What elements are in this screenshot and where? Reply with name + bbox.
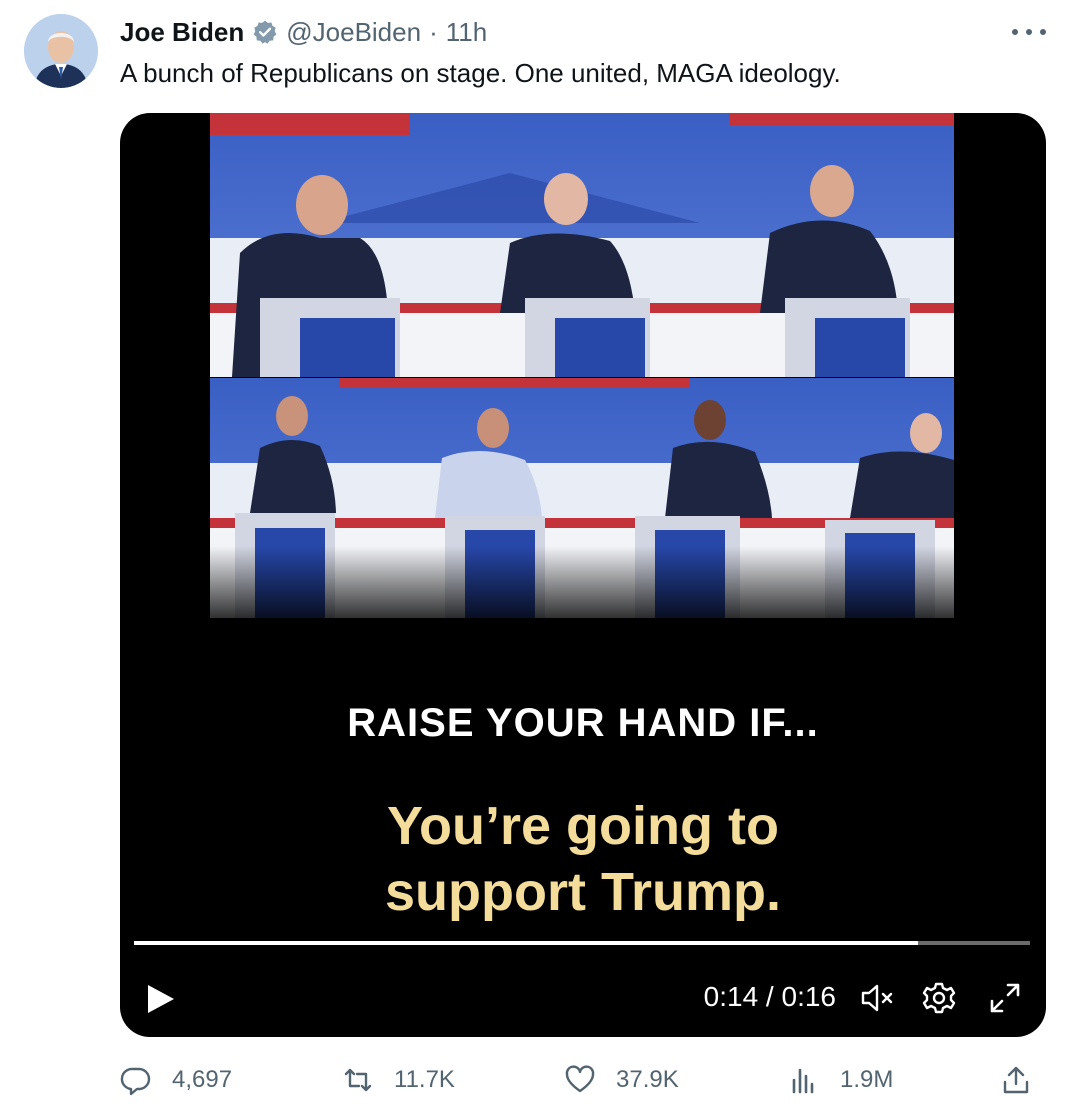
- tweet-text: A bunch of Republicans on stage. One uni…: [120, 58, 841, 88]
- author-handle[interactable]: @JoeBiden: [286, 17, 421, 48]
- video-progress-fill: [134, 941, 918, 945]
- video-frame-bottom: [210, 378, 954, 618]
- view-count: 1.9M: [840, 1066, 894, 1093]
- like-count: 37.9K: [616, 1066, 679, 1093]
- verified-badge-icon[interactable]: [252, 19, 278, 45]
- profile-photo-icon: [24, 14, 98, 88]
- more-dot: [1026, 29, 1032, 35]
- settings-gear-icon[interactable]: [920, 979, 958, 1017]
- repost-icon: [344, 1068, 372, 1092]
- reply-button[interactable]: 4,697: [120, 1060, 232, 1100]
- reply-icon: [120, 1067, 151, 1096]
- fullscreen-expand-icon[interactable]: [986, 979, 1024, 1017]
- reply-count: 4,697: [172, 1066, 233, 1093]
- video-player[interactable]: RAISE YOUR HAND IF... You’re going to su…: [120, 113, 1046, 1037]
- analytics-bars-icon: [792, 1068, 814, 1094]
- repost-count: 11.7K: [394, 1066, 455, 1093]
- heart-icon: [565, 1065, 595, 1093]
- muted-speaker-icon[interactable]: [858, 979, 896, 1017]
- avatar[interactable]: [24, 14, 98, 88]
- share-button[interactable]: [1000, 1060, 1052, 1100]
- more-options-icon[interactable]: [1012, 18, 1046, 46]
- play-icon[interactable]: [142, 981, 178, 1017]
- more-dot: [1012, 29, 1018, 35]
- share-icon: [1003, 1066, 1029, 1094]
- tweet-action-bar: 4,697 11.7K 37.9K 1.9M: [120, 1060, 1046, 1100]
- views-button[interactable]: 1.9M: [788, 1060, 893, 1100]
- like-button[interactable]: 37.9K: [564, 1060, 679, 1100]
- debate-stage-image-top: [210, 113, 954, 377]
- author-name[interactable]: Joe Biden: [120, 17, 244, 48]
- video-caption-body: You’re going to support Trump.: [120, 793, 1046, 925]
- debate-stage-image-bottom: [210, 378, 954, 618]
- video-progress-bar[interactable]: [134, 941, 1030, 945]
- timestamp[interactable]: 11h: [446, 17, 487, 48]
- video-caption-line: You’re going to: [387, 796, 779, 856]
- video-caption-heading: RAISE YOUR HAND IF...: [347, 701, 819, 745]
- repost-button[interactable]: 11.7K: [342, 1060, 455, 1100]
- tweet-header: Joe Biden @JoeBiden · 11h: [120, 16, 487, 48]
- video-time-display: 0:14 / 0:16: [703, 981, 836, 1012]
- video-caption-line: support Trump.: [385, 862, 781, 922]
- more-dot: [1040, 29, 1046, 35]
- separator-dot: ·: [429, 16, 438, 47]
- video-frame-top: [210, 113, 954, 377]
